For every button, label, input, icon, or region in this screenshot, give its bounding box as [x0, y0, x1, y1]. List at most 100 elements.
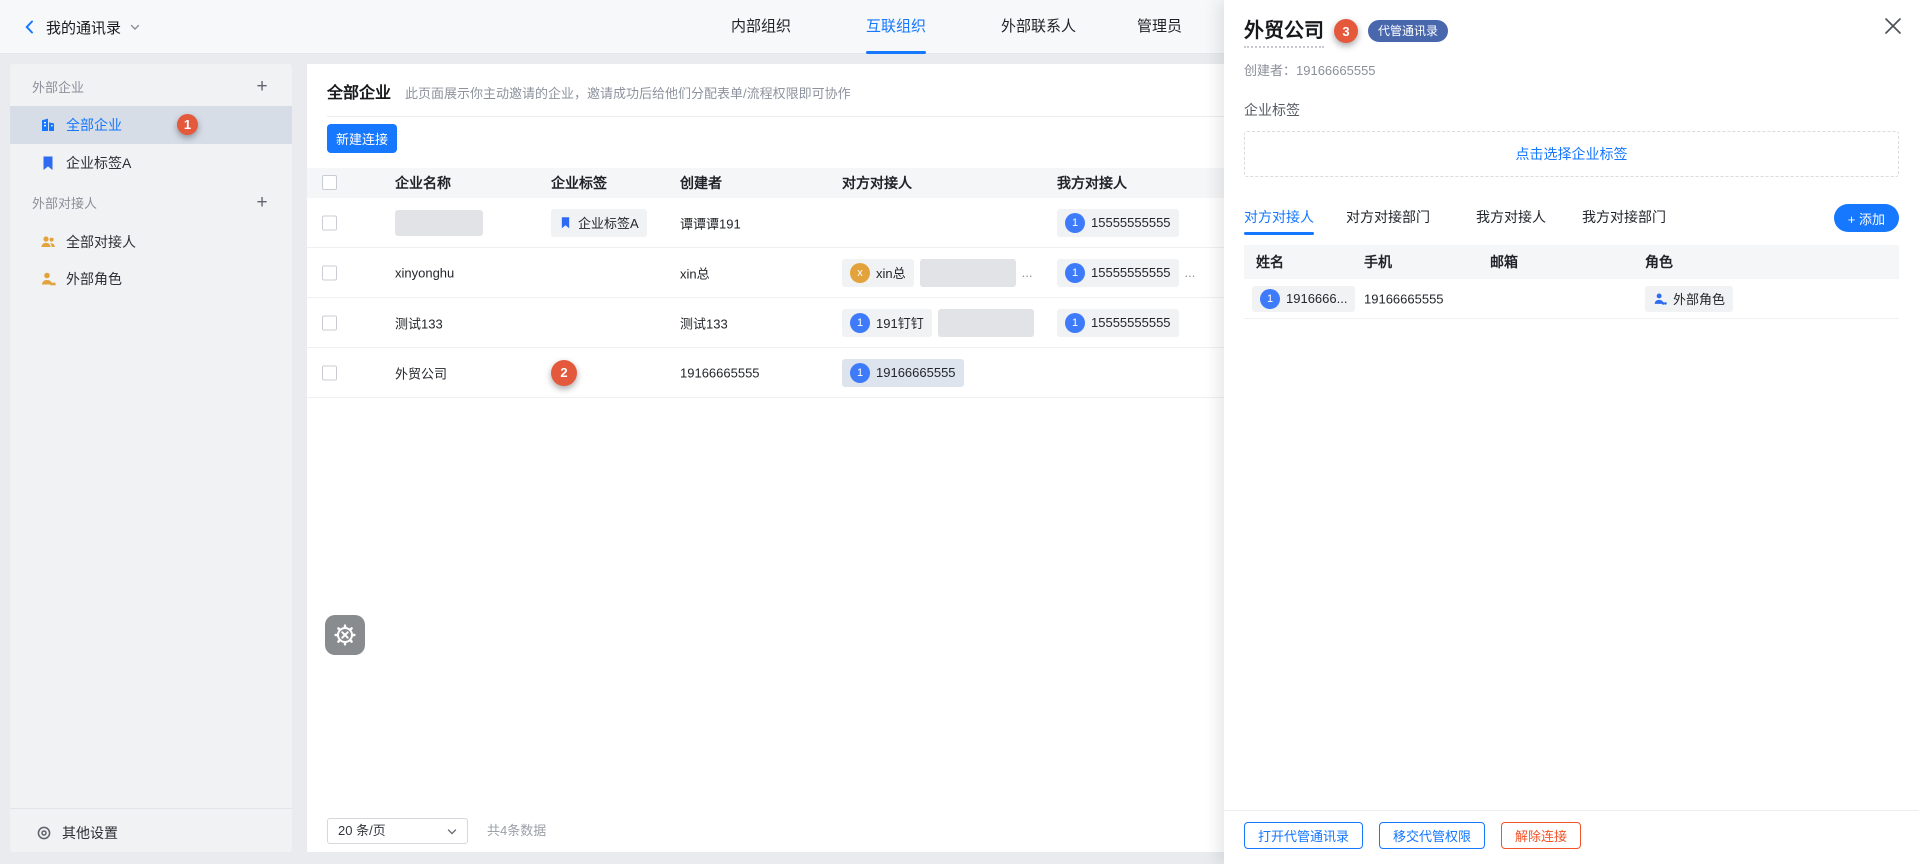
- column-their-liaison: 对方对接人: [842, 168, 912, 198]
- contact-label: 191钉钉: [876, 313, 924, 332]
- sidebar-item-label: 企业标签A: [66, 153, 131, 173]
- close-icon[interactable]: [1881, 14, 1905, 38]
- phone-cell: 19166665555: [1364, 291, 1444, 306]
- panel-table-row[interactable]: 1 1916666... 19166665555 外部角色: [1244, 279, 1899, 319]
- panel-creator: 创建者：19166665555: [1244, 60, 1376, 79]
- panel-tab-our-departments[interactable]: 我方对接部门: [1582, 204, 1666, 234]
- bookmark-icon: [40, 155, 56, 171]
- panel-tab-our-liaisons[interactable]: 我方对接人: [1476, 204, 1546, 234]
- row-checkbox[interactable]: [322, 215, 337, 230]
- column-email: 邮箱: [1490, 245, 1518, 279]
- add-liaison-button[interactable]: +: [250, 192, 274, 216]
- page-title: 全部企业: [327, 79, 391, 103]
- new-connection-button[interactable]: 新建连接: [327, 124, 397, 153]
- their-liaison-cell: 1 191钉钉: [842, 309, 1034, 337]
- contact-chip[interactable]: 1 191钉钉: [842, 309, 932, 337]
- person-role-icon: [1653, 292, 1667, 306]
- sidebar-section-external-companies: 外部企业: [32, 76, 84, 100]
- company-tag-section-label: 企业标签: [1244, 100, 1300, 120]
- building-icon: [40, 117, 56, 133]
- avatar: 1: [1065, 313, 1085, 333]
- tab-connected-org[interactable]: 互联组织: [866, 0, 926, 54]
- sidebar-item-label: 其他设置: [62, 823, 118, 843]
- panel-tab-their-departments[interactable]: 对方对接部门: [1346, 204, 1430, 234]
- more-indicator: ...: [1022, 265, 1033, 280]
- tab-external-contacts[interactable]: 外部联系人: [1001, 0, 1076, 54]
- sidebar-item-label: 全部企业: [66, 115, 122, 135]
- sidebar-item-external-roles[interactable]: 外部角色: [10, 260, 292, 298]
- people-icon: [40, 234, 56, 250]
- managed-addressbook-tag: 代管通讯录: [1368, 20, 1448, 42]
- sidebar-item-all-liaisons[interactable]: 全部对接人: [10, 223, 292, 261]
- redacted-contact-chip: [920, 259, 1016, 287]
- step-badge-3: 3: [1334, 19, 1358, 43]
- column-name: 姓名: [1256, 245, 1284, 279]
- company-tag-chip: 企业标签A: [551, 209, 647, 237]
- open-managed-addressbook-button[interactable]: 打开代管通讯录: [1244, 822, 1363, 849]
- panel-footer-divider: [1224, 810, 1919, 811]
- company-name-cell: xinyonghu: [395, 265, 454, 280]
- tag-picker-link: 点击选择企业标签: [1516, 144, 1628, 164]
- tab-admin[interactable]: 管理员: [1137, 0, 1182, 54]
- column-phone: 手机: [1364, 245, 1392, 279]
- step-badge-2: 2: [551, 360, 577, 386]
- avatar: 1: [1065, 213, 1085, 233]
- panel-tab-their-liaisons[interactable]: 对方对接人: [1244, 204, 1314, 234]
- contact-chip[interactable]: 1 15555555555: [1057, 309, 1179, 337]
- company-tag-cell: 企业标签A: [551, 209, 647, 237]
- sidebar-section-external-liaisons: 外部对接人: [32, 192, 97, 216]
- column-role: 角色: [1645, 245, 1673, 279]
- person-role-icon: [40, 271, 56, 287]
- row-checkbox[interactable]: [322, 315, 337, 330]
- company-detail-panel: 外贸公司 3 代管通讯录 创建者：19166665555 企业标签 点击选择企业…: [1224, 0, 1919, 864]
- sidebar-item-all-companies[interactable]: 全部企业 1: [10, 106, 292, 144]
- row-checkbox[interactable]: [322, 365, 337, 380]
- sidebar-item-other-settings[interactable]: 其他设置: [10, 814, 292, 852]
- step-badge-1: 1: [177, 114, 198, 135]
- column-company-name: 企业名称: [395, 168, 451, 198]
- company-tag-cell: 2: [551, 360, 577, 386]
- tag-picker[interactable]: 点击选择企业标签: [1244, 131, 1899, 177]
- transfer-managed-rights-button[interactable]: 移交代管权限: [1379, 822, 1485, 849]
- settings-fab-button[interactable]: [325, 615, 365, 655]
- role-chip: 外部角色: [1645, 286, 1733, 312]
- contact-chip[interactable]: 1 1916666...: [1252, 286, 1355, 312]
- back-navigation[interactable]: 我的通讯录: [22, 0, 141, 54]
- select-all-checkbox[interactable]: [322, 175, 337, 190]
- panel-table-header: 姓名 手机 邮箱 角色: [1244, 245, 1899, 279]
- company-name-cell: 外贸公司: [395, 363, 447, 382]
- sidebar-item-label: 外部角色: [66, 269, 122, 289]
- sidebar-divider: [10, 808, 292, 809]
- contact-chip[interactable]: 1 19166665555: [842, 359, 964, 387]
- panel-title-row: 外贸公司 3 代管通讯录: [1244, 14, 1448, 48]
- contact-label: 15555555555: [1091, 315, 1171, 330]
- contact-label: 15555555555: [1091, 265, 1171, 280]
- contact-chip[interactable]: 1 15555555555: [1057, 209, 1179, 237]
- creator-cell: 谭谭谭191: [680, 213, 741, 232]
- avatar: 1: [1260, 289, 1280, 309]
- contact-chip[interactable]: x xin总: [842, 259, 914, 287]
- creator-cell: 测试133: [680, 313, 728, 332]
- their-liaison-cell: 1 19166665555: [842, 359, 964, 387]
- redacted-block: [395, 210, 483, 236]
- our-liaison-cell: 1 15555555555: [1057, 309, 1179, 337]
- company-name-cell: 测试133: [395, 313, 443, 332]
- disconnect-button[interactable]: 解除连接: [1501, 822, 1581, 849]
- total-count: 共4条数据: [487, 820, 546, 839]
- page-size-select[interactable]: 20 条/页: [327, 818, 468, 844]
- back-label: 我的通讯录: [46, 17, 121, 38]
- add-company-button[interactable]: +: [250, 76, 274, 100]
- sidebar-item-company-tag-a[interactable]: 企业标签A: [10, 144, 292, 182]
- tag-label: 企业标签A: [578, 213, 639, 232]
- redacted-contact-chip: [938, 309, 1034, 337]
- bookmark-icon: [559, 216, 572, 229]
- creator-cell: 19166665555: [680, 365, 760, 380]
- avatar: x: [850, 263, 870, 283]
- panel-footer: 打开代管通讯录 移交代管权限 解除连接: [1244, 822, 1581, 849]
- role-label: 外部角色: [1673, 289, 1725, 308]
- avatar: 1: [850, 363, 870, 383]
- add-button[interactable]: + 添加: [1834, 204, 1899, 232]
- tab-internal-org[interactable]: 内部组织: [731, 0, 791, 54]
- contact-chip[interactable]: 1 15555555555: [1057, 259, 1179, 287]
- row-checkbox[interactable]: [322, 265, 337, 280]
